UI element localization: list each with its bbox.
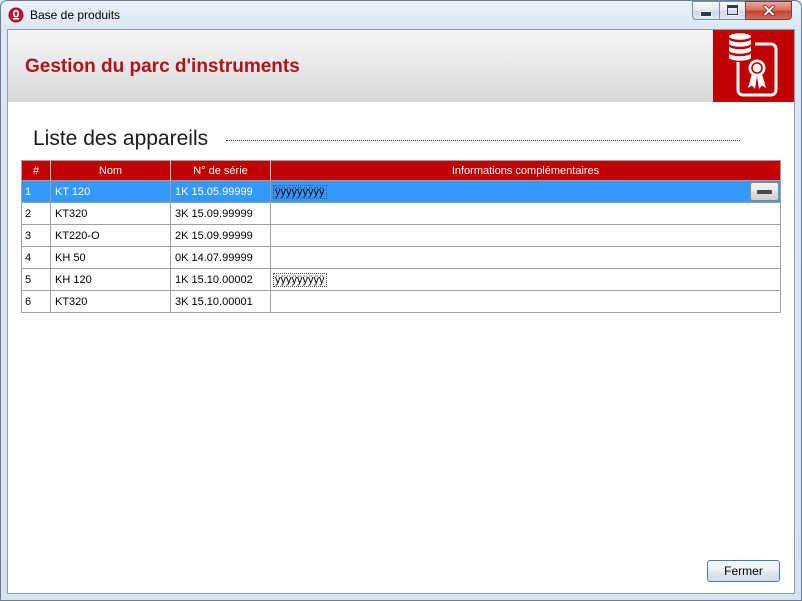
info-text: ÿÿÿÿÿÿÿÿÿ — [273, 184, 327, 199]
cell-nom[interactable]: KH 120 — [50, 268, 171, 291]
table-row[interactable]: 5 KH 120 1K 15.10.00002 ÿÿÿÿÿÿÿÿÿ — [21, 268, 781, 291]
cell-info[interactable] — [270, 290, 781, 313]
table-row[interactable]: 1 KT 120 1K 15.05.99999 ÿÿÿÿÿÿÿÿÿ — [21, 180, 781, 203]
table-row[interactable]: 6 KT320 3K 15.10.00001 — [21, 290, 781, 313]
cell-nom[interactable]: KT220-O — [50, 224, 171, 247]
cell-num[interactable]: 1 — [21, 180, 51, 203]
cell-info[interactable] — [270, 246, 781, 269]
cell-info[interactable] — [270, 202, 781, 225]
minimize-icon — [701, 12, 711, 16]
table-header-row: # Nom N° de série Informations complémen… — [21, 160, 781, 181]
cell-nom[interactable]: KH 50 — [50, 246, 171, 269]
cell-serie[interactable]: 1K 15.05.99999 — [170, 180, 271, 203]
header-band: Gestion du parc d'instruments — [8, 30, 794, 102]
cell-serie[interactable]: 3K 15.09.99999 — [170, 202, 271, 225]
title-bar[interactable]: Base de produits — [0, 0, 802, 30]
maximize-button[interactable] — [719, 1, 745, 20]
cell-serie[interactable]: 1K 15.10.00002 — [170, 268, 271, 291]
section-title: Liste des appareils — [33, 127, 209, 150]
section-divider — [226, 140, 740, 141]
cell-num[interactable]: 2 — [21, 202, 51, 225]
maximize-icon — [727, 5, 738, 15]
info-text: ÿÿÿÿÿÿÿÿÿ — [273, 272, 327, 287]
app-logo-icon[interactable] — [8, 7, 24, 23]
window-title: Base de produits — [30, 8, 121, 22]
table-row[interactable]: 2 KT320 3K 15.09.99999 — [21, 202, 781, 225]
cell-num[interactable]: 4 — [21, 246, 51, 269]
table-row[interactable]: 3 KT220-O 2K 15.09.99999 — [21, 224, 781, 247]
cell-nom[interactable]: KT320 — [50, 290, 171, 313]
cell-info[interactable]: ÿÿÿÿÿÿÿÿÿ — [270, 180, 781, 203]
cell-num[interactable]: 3 — [21, 224, 51, 247]
column-header-serie[interactable]: N° de série — [170, 160, 271, 181]
close-button[interactable]: Fermer — [707, 560, 780, 582]
row-action-button[interactable] — [750, 182, 779, 201]
table-row[interactable]: 4 KH 50 0K 14.07.99999 — [21, 246, 781, 269]
cell-info[interactable]: ÿÿÿÿÿÿÿÿÿ — [270, 268, 781, 291]
column-header-nom[interactable]: Nom — [50, 160, 171, 181]
column-header-info[interactable]: Informations complémentaires — [270, 160, 781, 181]
certificate-database-icon — [725, 31, 778, 97]
brand-logo — [713, 30, 794, 102]
cell-serie[interactable]: 2K 15.09.99999 — [170, 224, 271, 247]
devices-table[interactable]: # Nom N° de série Informations complémen… — [21, 160, 781, 313]
cell-nom[interactable]: KT320 — [50, 202, 171, 225]
cell-nom[interactable]: KT 120 — [50, 180, 171, 203]
cell-serie[interactable]: 0K 14.07.99999 — [170, 246, 271, 269]
close-icon — [763, 5, 775, 16]
cell-num[interactable]: 6 — [21, 290, 51, 313]
cell-info[interactable] — [270, 224, 781, 247]
cell-num[interactable]: 5 — [21, 268, 51, 291]
cell-serie[interactable]: 3K 15.10.00001 — [170, 290, 271, 313]
page-title: Gestion du parc d'instruments — [25, 56, 300, 77]
minimize-button[interactable] — [692, 1, 719, 20]
client-area: Gestion du parc d'instruments Liste des … — [8, 30, 794, 593]
dash-icon — [757, 190, 772, 194]
column-header-num[interactable]: # — [21, 160, 51, 181]
close-window-button[interactable] — [745, 1, 792, 20]
